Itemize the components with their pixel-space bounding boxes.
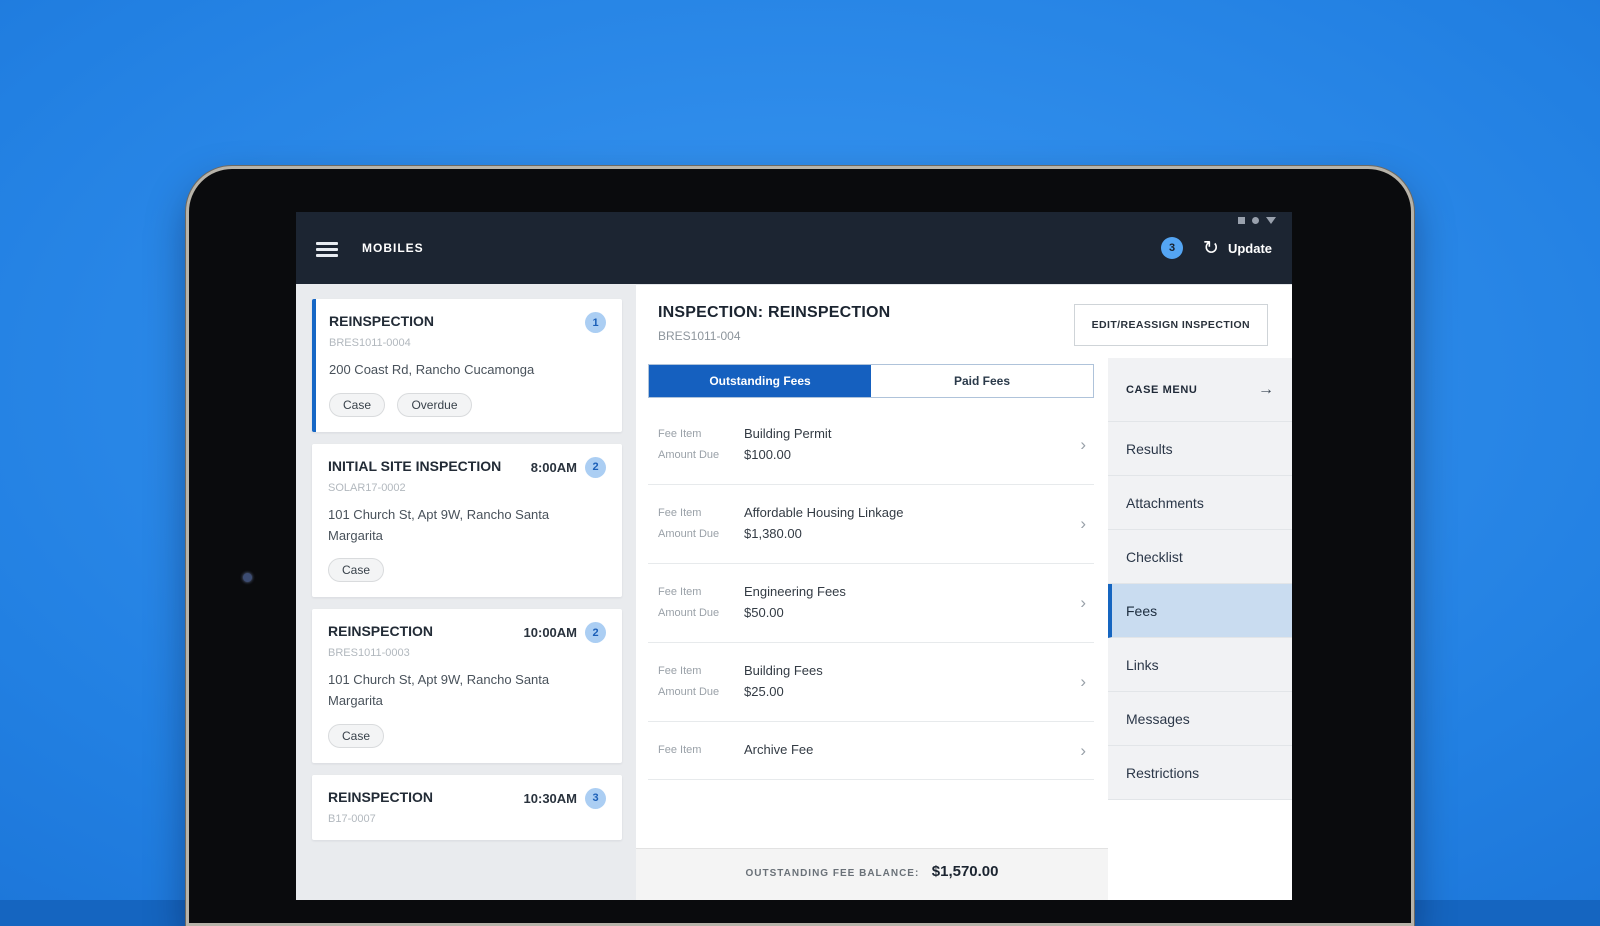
detail-title: INSPECTION: REINSPECTION	[658, 304, 891, 321]
fee-item-label: Fee Item	[658, 586, 702, 598]
case-menu-item-results[interactable]: Results	[1108, 422, 1292, 476]
refresh-icon[interactable]: ↻	[1203, 239, 1219, 258]
fees-tab-group: Outstanding Fees Paid Fees	[648, 364, 1094, 398]
inspection-title: REINSPECTION	[329, 313, 435, 329]
case-menu-item-checklist[interactable]: Checklist	[1108, 530, 1292, 584]
front-camera	[243, 573, 252, 582]
tab-paid-fees[interactable]: Paid Fees	[871, 365, 1093, 397]
inspection-count-badge: 2	[585, 456, 606, 478]
outstanding-balance-bar: OUTSTANDING FEE BALANCE: $1,570.00	[636, 848, 1108, 900]
fee-item-name: Affordable Housing Linkage	[744, 505, 904, 520]
status-dot-icon	[1252, 217, 1259, 224]
app-title: MOBILES	[362, 241, 424, 255]
inspection-title: REINSPECTION	[328, 788, 434, 805]
inspection-card[interactable]: REINSPECTION 10:30AM 3 B17-0007	[312, 774, 622, 840]
tab-outstanding-fees[interactable]: Outstanding Fees	[649, 365, 871, 397]
edit-reassign-inspection-button[interactable]: EDIT/REASSIGN INSPECTION	[1073, 304, 1268, 346]
fee-item-name: Building Permit	[744, 426, 832, 441]
update-button[interactable]: Update	[1228, 241, 1272, 256]
balance-label: OUTSTANDING FEE BALANCE:	[745, 868, 920, 879]
fee-amount: $50.00	[744, 605, 784, 620]
amount-due-label: Amount Due	[658, 686, 720, 698]
fee-item-name: Engineering Fees	[744, 584, 846, 599]
chevron-right-icon: ›	[1080, 593, 1086, 612]
fee-row[interactable]: Fee Item Engineering Fees Amount Due $50…	[648, 564, 1094, 643]
fee-amount: $25.00	[744, 684, 784, 699]
amount-due-label: Amount Due	[658, 607, 720, 619]
fee-amount: $1,380.00	[744, 526, 802, 541]
inspection-address: 101 Church St, Apt 9W, Rancho Santa Marg…	[328, 506, 550, 543]
fee-item-label: Fee Item	[658, 665, 702, 677]
tag-chip: Case	[328, 558, 385, 583]
inspection-card[interactable]: REINSPECTION 1 BRES1011-0004 200 Coast R…	[312, 299, 622, 432]
menu-icon[interactable]	[316, 239, 338, 260]
case-menu-item-links[interactable]: Links	[1108, 638, 1292, 692]
fee-item-name: Building Fees	[744, 663, 823, 678]
fee-row[interactable]: Fee Item Archive Fee ›	[648, 722, 1094, 780]
case-menu-item-attachments[interactable]: Attachments	[1108, 476, 1292, 530]
fee-item-label: Fee Item	[658, 428, 702, 440]
inspection-time: 10:30AM	[523, 790, 577, 806]
fee-row[interactable]: Fee Item Building Fees Amount Due $25.00…	[648, 643, 1094, 722]
tag-chip: Case	[328, 723, 385, 748]
fee-row[interactable]: Fee Item Affordable Housing Linkage Amou…	[648, 485, 1094, 564]
chevron-right-icon: ›	[1080, 740, 1086, 760]
inspection-address: 200 Coast Rd, Rancho Cucamonga	[329, 362, 535, 377]
tag-chip: Case	[329, 392, 386, 417]
inspection-list-panel: REINSPECTION 1 BRES1011-0004 200 Coast R…	[296, 284, 636, 900]
wifi-icon	[1266, 217, 1276, 224]
sync-count-badge: 3	[1161, 237, 1184, 259]
tag-chip: Overdue	[397, 392, 472, 417]
amount-due-label: Amount Due	[658, 449, 720, 461]
case-menu-item-restrictions[interactable]: Restrictions	[1108, 746, 1292, 800]
inspection-time: 10:00AM	[523, 625, 577, 641]
inspection-code: BRES1011-0003	[328, 647, 410, 660]
inspection-count-badge: 2	[585, 622, 606, 644]
inspection-title: INITIAL SITE INSPECTION	[328, 457, 502, 474]
case-menu-item-fees[interactable]: Fees	[1108, 584, 1292, 638]
arrow-right-icon: →	[1258, 380, 1274, 398]
status-bar	[1238, 217, 1276, 224]
inspection-code: SOLAR17-0002	[328, 481, 406, 494]
amount-due-label: Amount Due	[658, 528, 720, 540]
chevron-right-icon: ›	[1080, 672, 1086, 691]
fee-row[interactable]: Fee Item Building Permit Amount Due $100…	[648, 406, 1094, 485]
app-screen: MOBILES 3 ↻ Update REINSPECTION 1 BRES10…	[296, 212, 1292, 900]
inspection-card[interactable]: REINSPECTION 10:00AM 2 BRES1011-0003 101…	[312, 609, 622, 763]
inspection-card[interactable]: INITIAL SITE INSPECTION 8:00AM 2 SOLAR17…	[312, 443, 622, 598]
chevron-right-icon: ›	[1080, 514, 1086, 533]
inspection-code: B17-0007	[328, 812, 376, 825]
balance-value: $1,570.00	[931, 863, 999, 880]
status-square-icon	[1238, 217, 1245, 224]
app-bar: MOBILES 3 ↻ Update	[296, 212, 1292, 284]
chevron-right-icon: ›	[1080, 435, 1086, 454]
case-menu-header[interactable]: CASE MENU →	[1108, 358, 1292, 422]
case-menu: CASE MENU → Results Attachments Checklis…	[1108, 358, 1292, 900]
fee-amount: $100.00	[744, 447, 791, 462]
inspection-count-badge: 3	[585, 787, 606, 809]
fee-item-label: Fee Item	[658, 744, 702, 756]
fees-section: Outstanding Fees Paid Fees Fee Item Buil…	[636, 358, 1108, 900]
inspection-code: BRES1011-0004	[329, 337, 411, 349]
detail-code: BRES1011-004	[658, 329, 741, 343]
inspection-address: 101 Church St, Apt 9W, Rancho Santa Marg…	[328, 672, 550, 709]
inspection-title: REINSPECTION	[328, 623, 434, 640]
case-menu-title: CASE MENU	[1126, 383, 1198, 396]
inspection-count-badge: 1	[585, 312, 606, 333]
fee-item-name: Archive Fee	[744, 742, 814, 757]
fee-item-label: Fee Item	[658, 507, 702, 519]
fee-list: Fee Item Building Permit Amount Due $100…	[648, 406, 1094, 780]
inspection-detail-panel: INSPECTION: REINSPECTION BRES1011-004 ED…	[636, 284, 1292, 900]
inspection-time: 8:00AM	[530, 459, 577, 475]
case-menu-item-messages[interactable]: Messages	[1108, 692, 1292, 746]
